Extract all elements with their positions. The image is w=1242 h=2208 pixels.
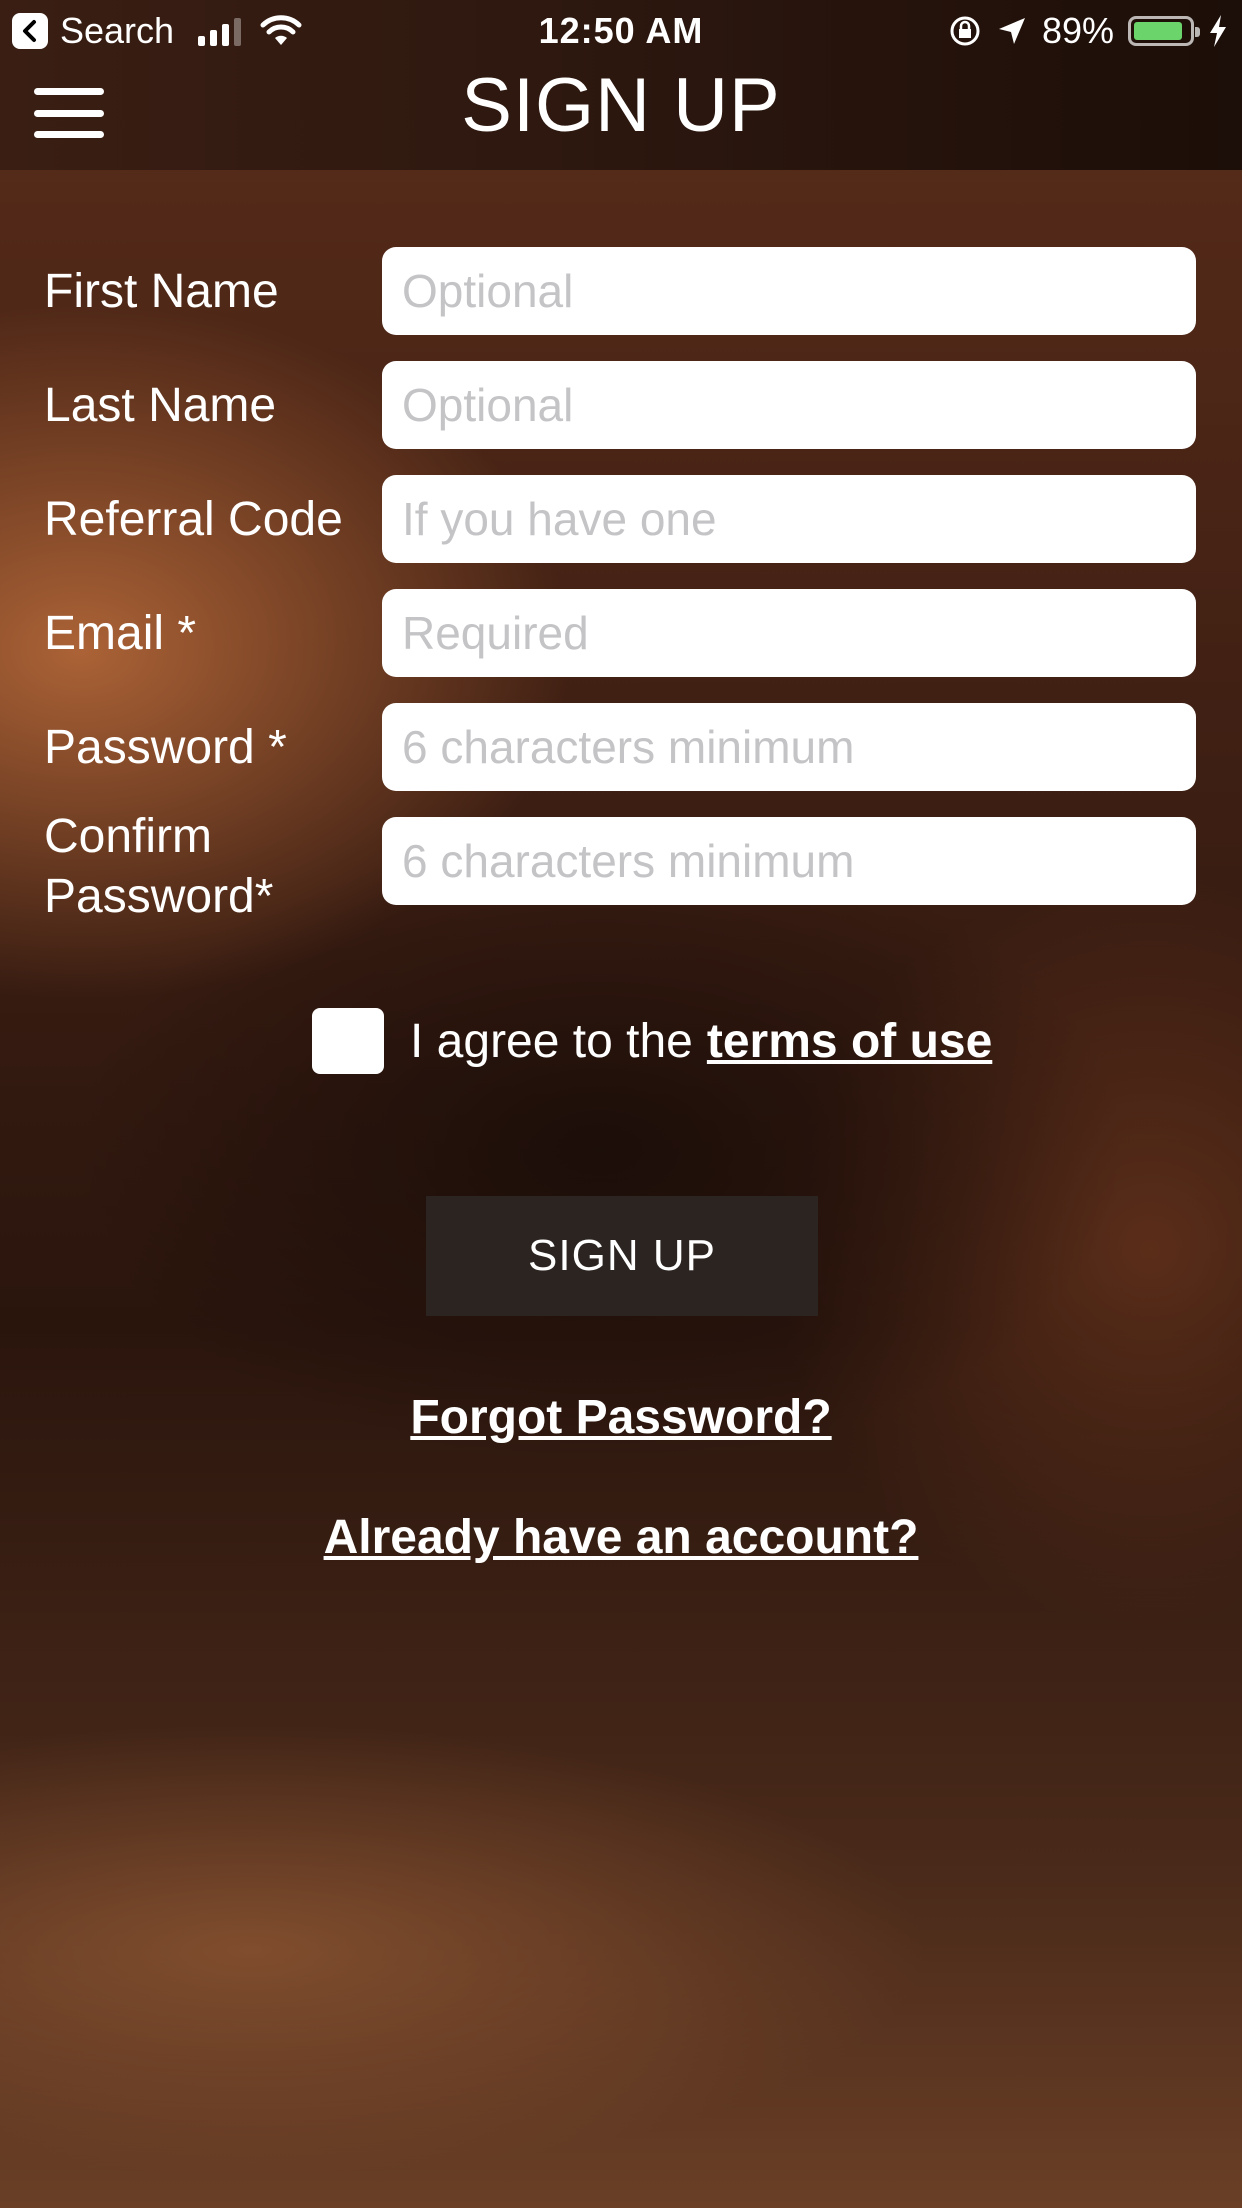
charging-bolt-icon — [1210, 15, 1226, 47]
password-field[interactable] — [382, 703, 1196, 791]
last-name-input[interactable] — [382, 361, 1196, 449]
email-row: Email * — [0, 589, 1242, 679]
email-label: Email * — [44, 607, 197, 660]
nav-bar: Search 12:50 AM 89% SIGN UP — [0, 0, 1242, 170]
last-name-row: Last Name — [0, 361, 1242, 451]
confirm-password-field[interactable] — [382, 817, 1196, 905]
battery-icon — [1128, 16, 1200, 46]
email-field[interactable] — [382, 589, 1196, 677]
battery-nub — [1195, 27, 1200, 37]
password-row: Password * — [0, 703, 1242, 793]
status-right: 89% — [948, 10, 1228, 52]
page-title: SIGN UP — [461, 63, 781, 148]
confirm-password-label-line1: Confirm — [44, 810, 213, 863]
battery-fill — [1134, 22, 1183, 40]
sign-up-button[interactable]: SIGN UP — [426, 1196, 818, 1316]
status-bar: Search 12:50 AM 89% — [0, 0, 1242, 62]
last-name-label: Last Name — [44, 379, 277, 432]
password-label: Password * — [44, 721, 287, 774]
terms-checkbox[interactable] — [312, 1008, 384, 1074]
first-name-input[interactable] — [382, 247, 1196, 335]
referral-code-label: Referral Code — [44, 493, 343, 546]
confirm-password-row: Confirm Password* — [0, 810, 1242, 923]
terms-agreement: I agree to the terms of use — [312, 1008, 992, 1074]
terms-of-use-link[interactable]: terms of use — [707, 1014, 992, 1069]
referral-code-row: Referral Code — [0, 475, 1242, 565]
first-name-label: First Name — [44, 265, 279, 318]
forgot-password-link[interactable]: Forgot Password? — [0, 1390, 1242, 1445]
confirm-password-label-line2: Password* — [44, 870, 274, 923]
already-have-account-link[interactable]: Already have an account? — [0, 1510, 1242, 1565]
referral-code-input[interactable] — [382, 475, 1196, 563]
location-arrow-icon — [998, 18, 1025, 44]
confirm-password-label: Confirm Password* — [44, 807, 273, 927]
battery-percent: 89% — [1041, 10, 1114, 51]
terms-text: I agree to the — [410, 1014, 693, 1068]
first-name-row: First Name — [0, 247, 1242, 337]
orientation-lock-icon — [950, 16, 980, 46]
